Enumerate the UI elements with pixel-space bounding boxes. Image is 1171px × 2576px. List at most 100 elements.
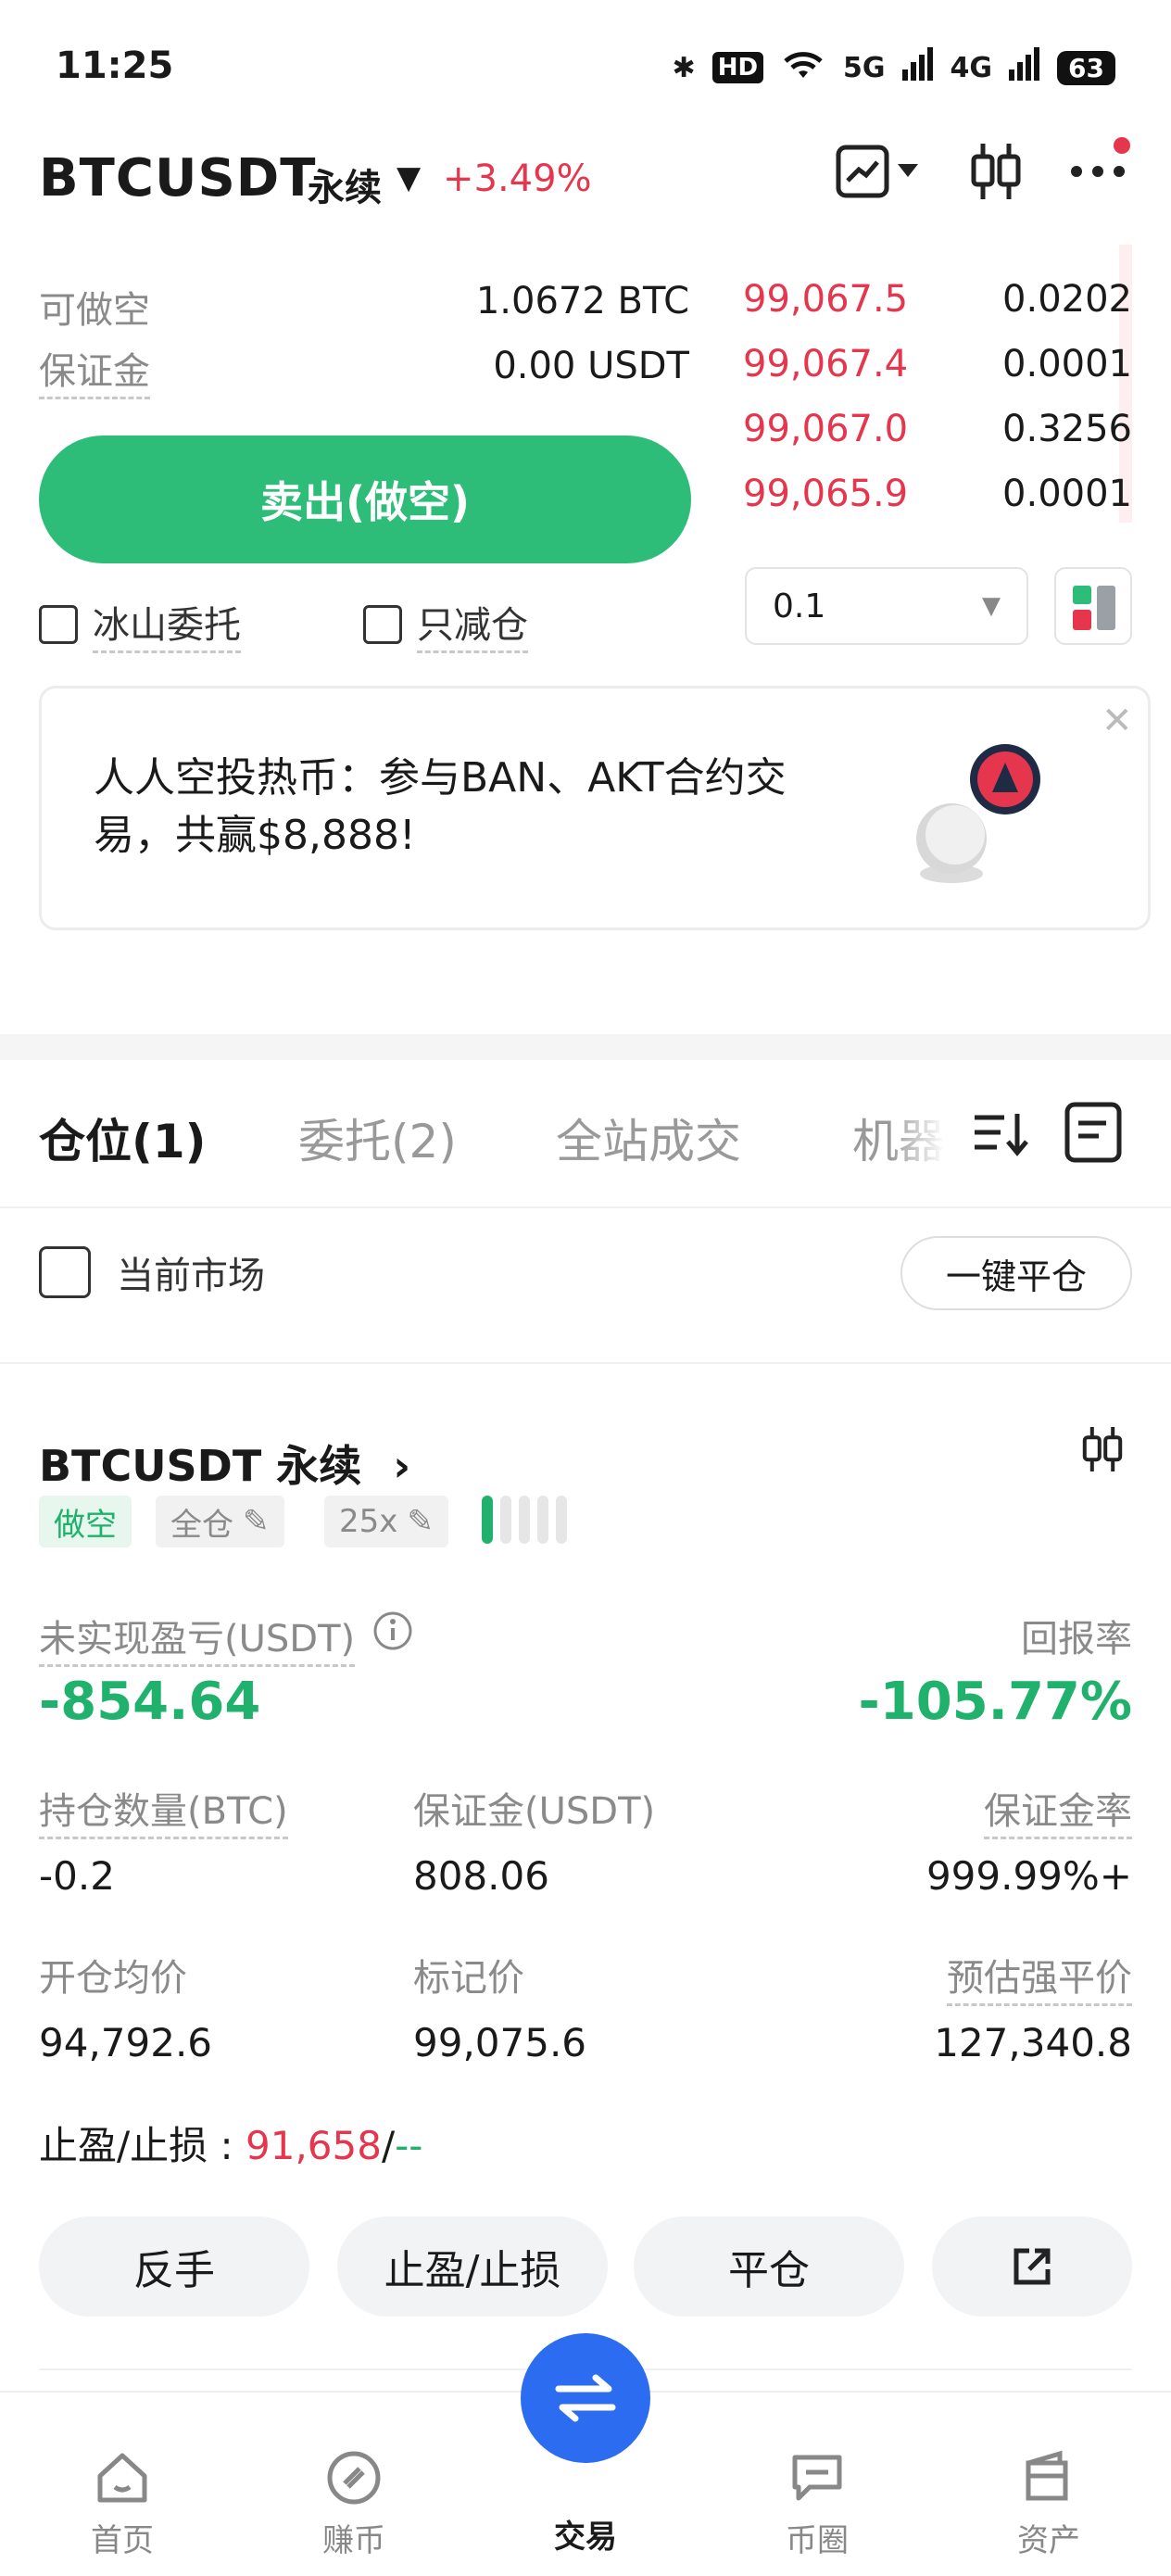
ask-price[interactable]: 99,067.4 [743,343,908,385]
promo-text: 人人空投热币：参与BAN、AKT合约交易，共赢$8,888! [94,754,787,859]
mark-price-value: 99,075.6 [413,2020,587,2065]
chevron-right-icon: › [393,1441,411,1491]
unrealized-label-text: 未实现盈亏(USDT) [39,1618,356,1661]
risk-level-bars [482,1496,567,1544]
margin-value: 0.00 USDT [493,345,689,387]
checkbox-box[interactable] [39,1246,91,1298]
divider [0,1362,1171,1364]
precision-value: 0.1 [773,587,826,625]
share-icon [1014,2248,1051,2285]
hd-badge: HD [711,52,764,83]
checkbox-box[interactable] [39,604,78,644]
wallet-icon [1026,2450,1068,2501]
promo-banner[interactable]: 人人空投热币：参与BAN、AKT合约交易，共赢$8,888! ✕ [39,686,1151,930]
status-time: 11:25 [56,44,174,87]
info-icon[interactable] [372,1610,413,1655]
ask-price[interactable]: 99,065.9 [743,473,908,515]
coin-illustration-icon [866,735,1051,902]
position-symbol[interactable]: BTCUSDT 永续 › [39,1433,410,1494]
margin-label[interactable]: 保证金 [39,341,150,399]
position-margin-value: 808.06 [413,1853,549,1899]
roe-label: 回报率 [1021,1618,1132,1661]
nav-trade-button[interactable] [521,2333,650,2463]
position-margin-label: 保证金(USDT) [413,1790,656,1833]
margin-ratio-label[interactable]: 保证金率 [984,1781,1132,1839]
signal-bars-icon [901,47,934,88]
signal-bars-icon [1009,47,1040,88]
iceberg-checkbox[interactable]: 冰山委托 [39,595,241,653]
signal-4g: 4G [950,51,993,84]
reverse-button[interactable]: 反手 [39,2216,309,2317]
swap-icon [555,2374,616,2422]
close-position-button[interactable]: 平仓 [634,2216,904,2317]
current-market-label: 当前市场 [117,1255,265,1297]
position-size-label[interactable]: 持仓数量(BTC) [39,1781,288,1839]
nav-community[interactable]: 币圈 [743,2448,891,2560]
tpsl-row: 止盈/止损 : 91,658/-- [39,2115,422,2171]
entry-price-value: 94,792.6 [39,2020,213,2065]
layout-icon [1073,586,1115,630]
leverage-tag[interactable]: 25x ✎ [324,1496,448,1547]
checkbox-box[interactable] [363,604,402,644]
precision-select[interactable]: 0.1 ▼ [745,567,1028,645]
side-tag: 做空 [39,1496,132,1547]
battery-indicator: 63 [1057,50,1115,85]
margin-mode-tag[interactable]: 全仓 ✎ [156,1496,284,1547]
liq-price-label[interactable]: 预估强平价 [947,1948,1132,2006]
reduce-only-checkbox[interactable]: 只减仓 [363,595,528,653]
home-icon [97,2453,147,2503]
signal-5g: 5G [843,51,886,84]
earn-icon [327,2451,381,2505]
divider [0,1206,1171,1208]
liq-price-value: 127,340.8 [934,2020,1132,2065]
ask-price[interactable]: 99,067.0 [743,408,908,450]
nav-trade-label[interactable]: 交易 [539,2511,632,2557]
sort-icon[interactable] [971,1103,1030,1166]
nav-home[interactable]: 首页 [48,2448,196,2560]
chart-dropdown-icon[interactable] [889,139,926,204]
chart-icon[interactable] [830,139,895,204]
edit-icon: ✎ [407,1503,434,1540]
tpsl-label: 止盈/止损 : [39,2123,246,2168]
take-profit-value: 91,658 [246,2123,382,2168]
tab-orders[interactable]: 委托(2) [298,1105,457,1171]
tab-site-trades[interactable]: 全站成交 [556,1105,741,1171]
orderbook-layout-toggle[interactable] [1054,567,1132,645]
tpsl-button[interactable]: 止盈/止损 [337,2216,608,2317]
short-available-value: 1.0672 BTC [475,280,689,322]
tab-bots[interactable]: 机器 [852,1105,945,1171]
iceberg-label: 冰山委托 [93,595,241,653]
edit-icon: ✎ [243,1503,270,1540]
candlestick-icon[interactable] [1080,1425,1125,1477]
nav-assets-label: 资产 [1017,2522,1080,2559]
status-icons: ✱ HD 5G 4G 63 [673,46,1115,89]
bottom-nav: 首页 赚币 交易 币圈 资产 [0,2333,1171,2576]
position-symbol-text: BTCUSDT 永续 [39,1441,362,1491]
ask-qty: 0.0001 [1002,343,1132,385]
contract-type[interactable]: 永续 [308,158,382,211]
sell-short-button[interactable]: 卖出(做空) [39,436,691,563]
ask-price[interactable]: 99,067.5 [743,278,908,321]
share-button[interactable] [932,2216,1132,2317]
reduce-only-label: 只减仓 [417,595,528,653]
bluetooth-icon: ✱ [672,51,696,84]
unrealized-pnl-label[interactable]: 未实现盈亏(USDT) [39,1609,356,1667]
nav-assets[interactable]: 资产 [975,2448,1123,2560]
caret-down-icon[interactable]: ▼ [397,159,421,196]
nav-earn[interactable]: 赚币 [280,2448,428,2560]
history-icon[interactable] [1064,1101,1123,1168]
notification-dot [1114,137,1130,154]
stop-loss-value: -- [395,2123,423,2168]
close-icon[interactable]: ✕ [1102,700,1133,742]
unrealized-pnl-value: -854.64 [39,1672,261,1732]
candlestick-icon[interactable] [963,139,1028,204]
current-market-filter[interactable]: 当前市场 [39,1245,265,1299]
tab-positions[interactable]: 仓位(1) [39,1105,207,1171]
margin-ratio-value: 999.99%+ [925,1853,1132,1899]
wifi-icon [780,46,826,89]
nav-earn-label: 赚币 [322,2522,385,2559]
close-all-button[interactable]: 一键平仓 [900,1236,1132,1310]
pair-symbol[interactable]: BTCUSDT [39,148,316,208]
margin-mode-text: 全仓 [170,1506,233,1544]
chevron-down-icon: ▼ [982,592,1001,620]
